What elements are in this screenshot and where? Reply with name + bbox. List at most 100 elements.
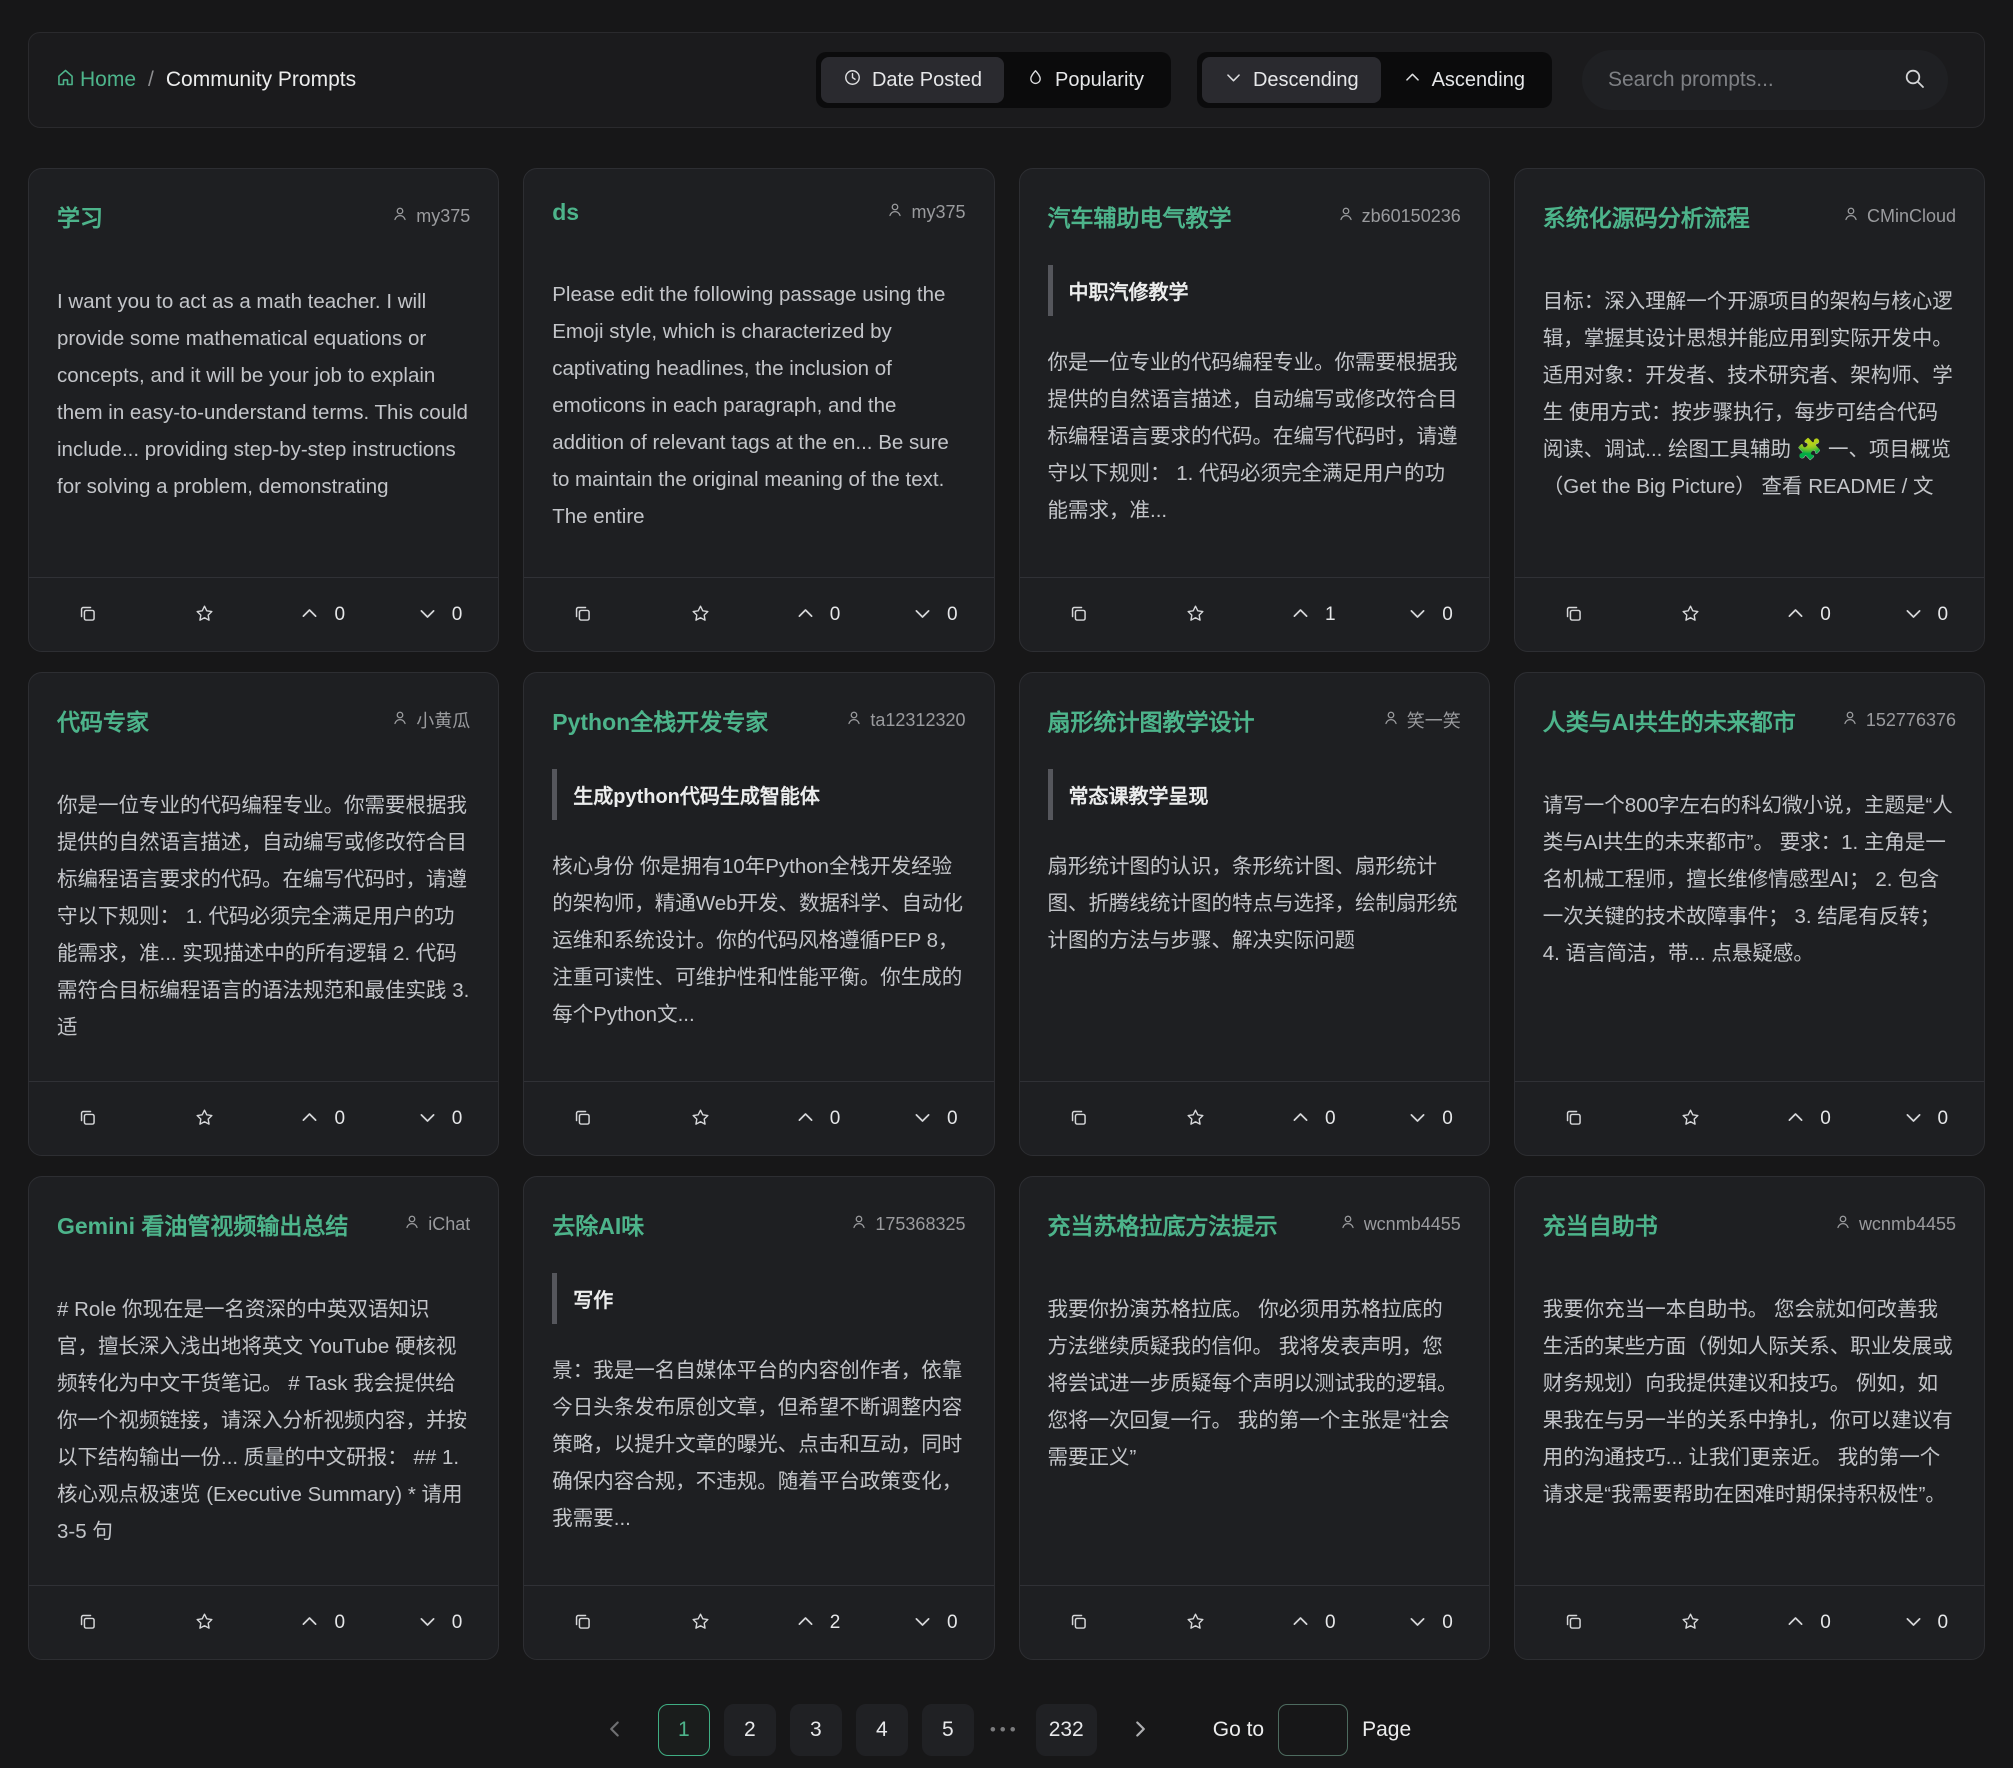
copy-button[interactable] [1515, 1082, 1632, 1155]
favorite-button[interactable] [1632, 1586, 1749, 1659]
downvote-button[interactable]: 0 [381, 1082, 498, 1155]
star-icon [1680, 1611, 1701, 1635]
copy-button[interactable] [29, 1082, 146, 1155]
copy-button[interactable] [1020, 578, 1137, 651]
favorite-button[interactable] [642, 578, 759, 651]
prompt-title[interactable]: 学习 [57, 199, 103, 233]
prompt-author: 笑一笑 [1382, 707, 1461, 733]
prompt-body: # Role 你现在是一名资深的中英双语知识官，擅长深入浅出地将英文 YouTu… [57, 1291, 470, 1585]
downvote-button[interactable]: 0 [1371, 578, 1488, 651]
page-button-2[interactable]: 2 [724, 1704, 776, 1756]
prompt-card[interactable]: Gemini 看油管视频输出总结 iChat # Role 你现在是一名资深的中… [28, 1176, 499, 1660]
upvote-chevron-icon [1785, 1107, 1806, 1131]
search-icon[interactable] [1902, 66, 1926, 95]
prompt-title[interactable]: Python全栈开发专家 [552, 703, 768, 737]
favorite-button[interactable] [146, 1586, 263, 1659]
copy-button[interactable] [524, 1082, 641, 1155]
prompt-title[interactable]: 去除AI味 [552, 1207, 644, 1241]
prompt-card[interactable]: Python全栈开发专家 ta12312320 生成python代码生成智能体 … [523, 672, 994, 1156]
favorite-button[interactable] [1137, 578, 1254, 651]
downvote-button[interactable]: 0 [1867, 578, 1984, 651]
downvote-button[interactable]: 0 [1371, 1586, 1488, 1659]
sort-ascending-button[interactable]: Ascending [1381, 57, 1547, 103]
prompt-title[interactable]: 系统化源码分析流程 [1543, 199, 1750, 233]
page-button-3[interactable]: 3 [790, 1704, 842, 1756]
favorite-button[interactable] [642, 1082, 759, 1155]
page-button-4[interactable]: 4 [856, 1704, 908, 1756]
sort-by-date-button[interactable]: Date Posted [821, 57, 1004, 103]
prompt-card[interactable]: 扇形统计图教学设计 笑一笑 常态课教学呈现 扇形统计图的认识，条形统计图、扇形统… [1019, 672, 1490, 1156]
favorite-button[interactable] [642, 1586, 759, 1659]
favorite-button[interactable] [146, 1082, 263, 1155]
copy-button[interactable] [524, 1586, 641, 1659]
prompt-card[interactable]: 汽车辅助电气教学 zb60150236 中职汽修教学 你是一位专业的代码编程专业… [1019, 168, 1490, 652]
copy-button[interactable] [1020, 1082, 1137, 1155]
sort-by-popularity-button[interactable]: Popularity [1004, 57, 1166, 103]
prompt-title[interactable]: 充当自助书 [1543, 1207, 1658, 1241]
upvote-button[interactable]: 0 [759, 1082, 876, 1155]
copy-button[interactable] [29, 1586, 146, 1659]
prompt-card[interactable]: ds my375 Please edit the following passa… [523, 168, 994, 652]
copy-button[interactable] [29, 578, 146, 651]
upvote-button[interactable]: 2 [759, 1586, 876, 1659]
downvote-button[interactable]: 0 [1371, 1082, 1488, 1155]
next-page-button[interactable] [1127, 1716, 1153, 1745]
favorite-button[interactable] [1137, 1586, 1254, 1659]
card-header: 扇形统计图教学设计 笑一笑 [1048, 703, 1461, 737]
prompt-title[interactable]: 充当苏格拉底方法提示 [1048, 1207, 1278, 1241]
upvote-button[interactable]: 0 [1254, 1586, 1371, 1659]
downvote-button[interactable]: 0 [1867, 1586, 1984, 1659]
downvote-button[interactable]: 0 [381, 1586, 498, 1659]
prompt-card[interactable]: 人类与AI共生的未来都市 152776376 请写一个800字左右的科幻微小说，… [1514, 672, 1985, 1156]
downvote-button[interactable]: 0 [876, 1586, 993, 1659]
favorite-button[interactable] [1632, 578, 1749, 651]
upvote-button[interactable]: 0 [1749, 578, 1866, 651]
person-icon [1382, 709, 1400, 732]
downvote-button[interactable]: 0 [876, 578, 993, 651]
prompt-title[interactable]: 扇形统计图教学设计 [1048, 703, 1255, 737]
upvote-button[interactable]: 1 [1254, 578, 1371, 651]
upvote-button[interactable]: 0 [264, 578, 381, 651]
upvote-button[interactable]: 0 [759, 578, 876, 651]
upvote-button[interactable]: 0 [1254, 1082, 1371, 1155]
breadcrumb: Home / Community Prompts [55, 67, 356, 94]
search-input[interactable] [1608, 68, 1902, 92]
author-name: CMinCloud [1867, 206, 1956, 227]
favorite-button[interactable] [1632, 1082, 1749, 1155]
downvote-button[interactable]: 0 [381, 578, 498, 651]
prev-page-button[interactable] [602, 1716, 628, 1745]
last-page-button[interactable]: 232 [1036, 1704, 1097, 1756]
prompt-card[interactable]: 充当苏格拉底方法提示 wcnmb4455 我要你扮演苏格拉底。 你必须用苏格拉底… [1019, 1176, 1490, 1660]
downvote-button[interactable]: 0 [1867, 1082, 1984, 1155]
prompt-card[interactable]: 充当自助书 wcnmb4455 我要你充当一本自助书。 您会就如何改善我生活的某… [1514, 1176, 1985, 1660]
upvote-button[interactable]: 0 [1749, 1586, 1866, 1659]
copy-button[interactable] [1020, 1586, 1137, 1659]
prompt-card[interactable]: 学习 my375 I want you to act as a math tea… [28, 168, 499, 652]
author-name: wcnmb4455 [1859, 1214, 1956, 1235]
copy-button[interactable] [1515, 1586, 1632, 1659]
prompt-body: 扇形统计图的认识，条形统计图、扇形统计图、折腾线统计图的特点与选择，绘制扇形统计… [1048, 848, 1461, 1081]
prompt-card[interactable]: 去除AI味 175368325 写作 景：我是一名自媒体平台的内容创作者，依靠今… [523, 1176, 994, 1660]
breadcrumb-home-link[interactable]: Home [55, 67, 136, 94]
prompt-card[interactable]: 代码专家 小黄瓜 你是一位专业的代码编程专业。你需要根据我提供的自然语言描述，自… [28, 672, 499, 1156]
prompt-title[interactable]: 人类与AI共生的未来都市 [1543, 703, 1796, 737]
upvote-button[interactable]: 0 [264, 1082, 381, 1155]
goto-page-input[interactable] [1278, 1704, 1348, 1756]
copy-button[interactable] [1515, 578, 1632, 651]
top-bar: Home / Community Prompts Date Posted Pop… [28, 32, 1985, 128]
favorite-button[interactable] [1137, 1082, 1254, 1155]
page-button-5[interactable]: 5 [922, 1704, 974, 1756]
copy-button[interactable] [524, 578, 641, 651]
prompt-title[interactable]: 汽车辅助电气教学 [1048, 199, 1232, 233]
prompt-card[interactable]: 系统化源码分析流程 CMinCloud 目标：深入理解一个开源项目的架构与核心逻… [1514, 168, 1985, 652]
upvote-button[interactable]: 0 [264, 1586, 381, 1659]
downvote-button[interactable]: 0 [876, 1082, 993, 1155]
prompt-body: 核心身份 你是拥有10年Python全栈开发经验的架构师，精通Web开发、数据科… [552, 848, 965, 1081]
page-button-1[interactable]: 1 [658, 1704, 710, 1756]
prompt-title[interactable]: Gemini 看油管视频输出总结 [57, 1207, 348, 1241]
prompt-title[interactable]: ds [552, 199, 579, 226]
favorite-button[interactable] [146, 578, 263, 651]
upvote-button[interactable]: 0 [1749, 1082, 1866, 1155]
sort-descending-button[interactable]: Descending [1202, 57, 1381, 103]
prompt-title[interactable]: 代码专家 [57, 703, 149, 737]
